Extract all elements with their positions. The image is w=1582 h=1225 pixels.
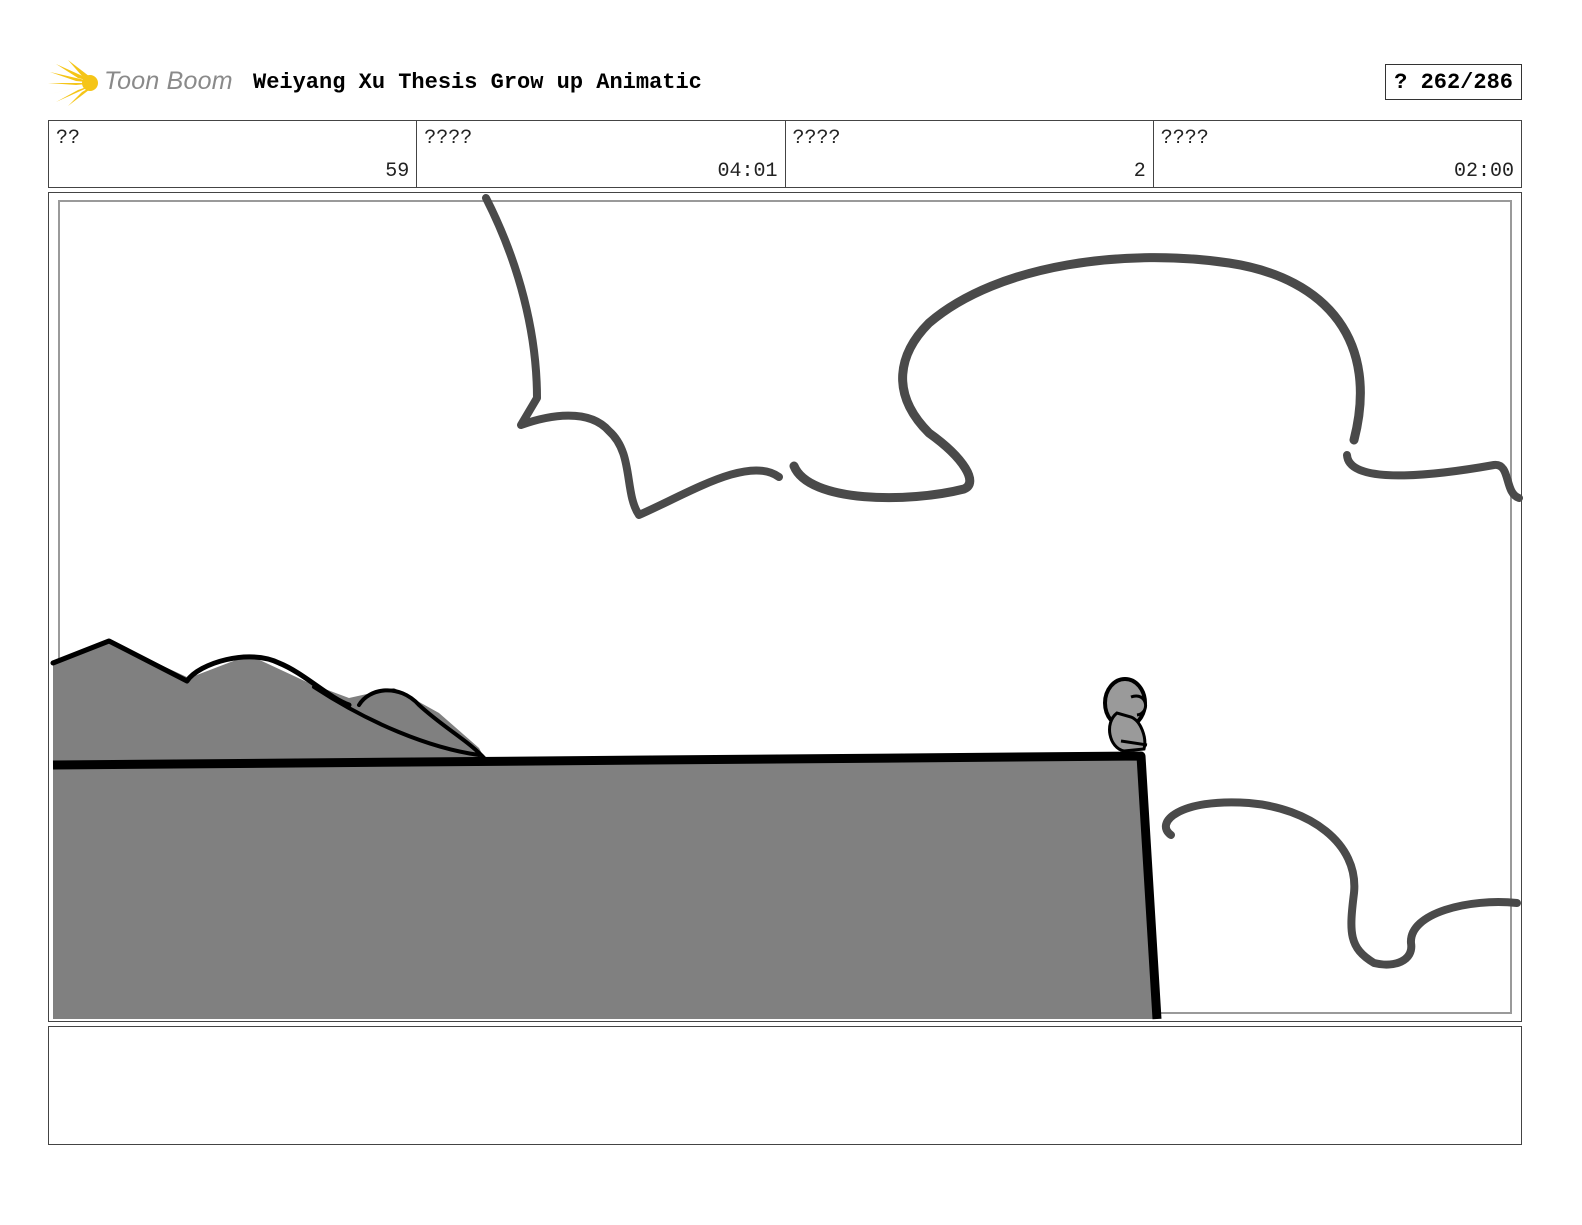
- info-cell-panel: ???? 2: [786, 121, 1154, 187]
- cloud-stroke: [482, 194, 783, 519]
- info-value: 59: [385, 160, 410, 183]
- logo-text: Toon Boom: [104, 67, 233, 95]
- shot-info-row: ?? 59 ???? 04:01 ???? 2 ???? 02:00: [48, 120, 1522, 188]
- info-label: ??: [56, 127, 81, 150]
- character-figure: [1103, 677, 1148, 753]
- info-cell-panel-duration: ???? 02:00: [1154, 121, 1521, 187]
- storyboard-header: Toon Boom Weiyang Xu Thesis Grow up Anim…: [48, 56, 1522, 108]
- info-value: 02:00: [1453, 160, 1514, 183]
- info-value: 2: [1133, 160, 1146, 183]
- page-counter: ? 262/286: [1385, 64, 1522, 100]
- info-label: ????: [424, 127, 473, 150]
- cloud-stroke: [1343, 451, 1523, 502]
- info-value: 04:01: [717, 160, 778, 183]
- sunburst-icon: [48, 60, 98, 106]
- info-cell-duration: ???? 04:01: [417, 121, 786, 187]
- dialogue-notes-box: [48, 1026, 1522, 1145]
- info-label: ????: [1160, 127, 1209, 150]
- info-cell-scene: ?? 59: [49, 121, 418, 187]
- cloud-stroke: [789, 253, 1365, 503]
- panel-drawing: [50, 194, 1523, 1020]
- storyboard-panel: [48, 192, 1523, 1022]
- toon-boom-logo: Toon Boom: [48, 58, 243, 106]
- cloud-stroke: [1162, 798, 1521, 969]
- cliff: [53, 756, 1157, 1019]
- info-label: ????: [792, 127, 841, 150]
- project-title: Weiyang Xu Thesis Grow up Animatic: [253, 70, 702, 95]
